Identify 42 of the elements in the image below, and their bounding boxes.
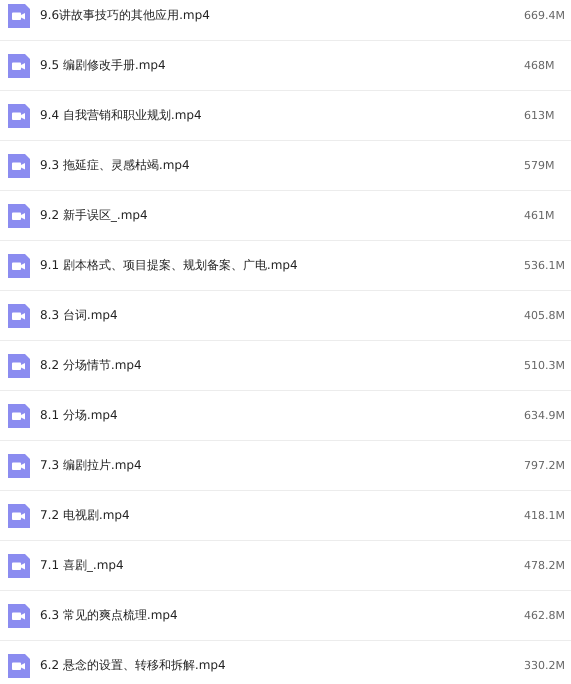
file-name[interactable]: 9.3 拖延症、灵感枯竭.mp4 <box>40 157 524 174</box>
file-size: 478.2M <box>524 559 566 572</box>
file-name[interactable]: 6.3 常见的爽点梳理.mp4 <box>40 607 524 624</box>
video-file-icon <box>8 154 30 178</box>
file-size: 797.2M <box>524 459 566 472</box>
video-file-icon <box>8 404 30 428</box>
file-size: 461M <box>524 209 556 222</box>
video-file-icon <box>8 254 30 278</box>
file-size: 405.8M <box>524 309 566 322</box>
video-file-icon <box>8 354 30 378</box>
video-file-icon <box>8 504 30 528</box>
file-name[interactable]: 8.2 分场情节.mp4 <box>40 357 524 374</box>
video-file-icon <box>8 654 30 678</box>
video-file-icon <box>8 204 30 228</box>
file-name[interactable]: 9.5 编剧修改手册.mp4 <box>40 57 524 74</box>
video-file-icon <box>8 54 30 78</box>
file-name[interactable]: 8.3 台词.mp4 <box>40 307 524 324</box>
file-name[interactable]: 7.1 喜剧_.mp4 <box>40 557 524 574</box>
file-size: 462.8M <box>524 609 566 622</box>
file-name[interactable]: 9.6讲故事技巧的其他应用.mp4 <box>40 7 524 24</box>
file-name[interactable]: 9.4 自我营销和职业规划.mp4 <box>40 107 524 124</box>
video-file-icon <box>8 104 30 128</box>
file-name[interactable]: 7.2 电视剧.mp4 <box>40 507 524 524</box>
video-file-icon <box>8 4 30 28</box>
file-size: 418.1M <box>524 509 566 522</box>
file-name[interactable]: 9.2 新手误区_.mp4 <box>40 207 524 224</box>
file-size: 468M <box>524 59 556 72</box>
file-name[interactable]: 7.3 编剧拉片.mp4 <box>40 457 524 474</box>
file-size: 510.3M <box>524 359 566 372</box>
file-name[interactable]: 6.2 悬念的设置、转移和拆解.mp4 <box>40 657 524 674</box>
file-size: 634.9M <box>524 409 566 422</box>
video-file-icon <box>8 304 30 328</box>
file-size: 536.1M <box>524 259 566 272</box>
file-size: 613M <box>524 109 556 122</box>
file-size: 669.4M <box>524 9 566 22</box>
file-name[interactable]: 9.1 剧本格式、项目提案、规划备案、广电.mp4 <box>40 257 524 274</box>
file-name[interactable]: 8.1 分场.mp4 <box>40 407 524 424</box>
video-file-icon <box>8 454 30 478</box>
file-size: 330.2M <box>524 659 566 672</box>
video-file-icon <box>8 554 30 578</box>
file-size: 579M <box>524 159 556 172</box>
video-file-icon <box>8 604 30 628</box>
